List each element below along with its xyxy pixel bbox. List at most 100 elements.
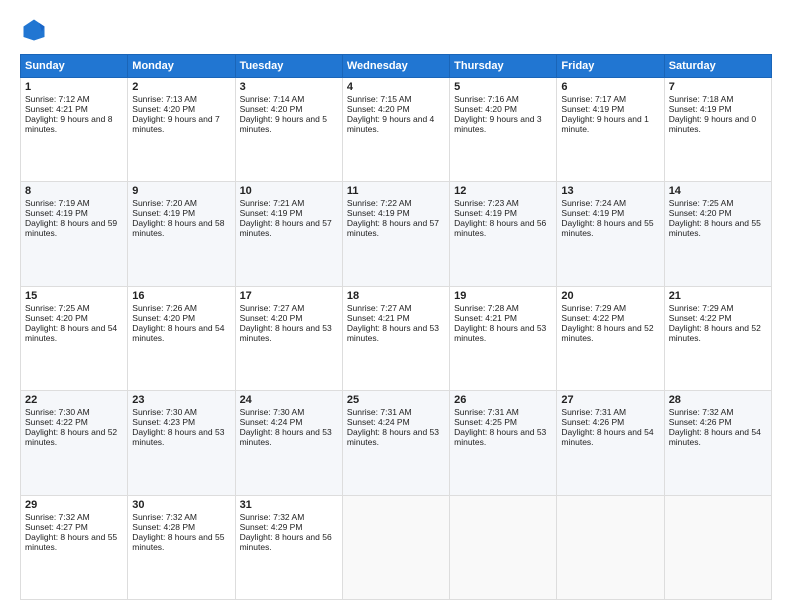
sunset-label: Sunset: 4:26 PM — [561, 417, 624, 427]
daylight-label: Daylight: 8 hours and 55 minutes. — [669, 218, 761, 238]
calendar-cell: 11Sunrise: 7:22 AMSunset: 4:19 PMDayligh… — [342, 182, 449, 286]
calendar-cell: 10Sunrise: 7:21 AMSunset: 4:19 PMDayligh… — [235, 182, 342, 286]
calendar-cell: 16Sunrise: 7:26 AMSunset: 4:20 PMDayligh… — [128, 286, 235, 390]
sunrise-label: Sunrise: 7:32 AM — [132, 512, 197, 522]
sunset-label: Sunset: 4:20 PM — [454, 104, 517, 114]
sunrise-label: Sunrise: 7:24 AM — [561, 198, 626, 208]
calendar-cell: 24Sunrise: 7:30 AMSunset: 4:24 PMDayligh… — [235, 391, 342, 495]
calendar-cell: 31Sunrise: 7:32 AMSunset: 4:29 PMDayligh… — [235, 495, 342, 599]
daylight-label: Daylight: 9 hours and 7 minutes. — [132, 114, 219, 134]
sunset-label: Sunset: 4:20 PM — [669, 208, 732, 218]
calendar-cell — [342, 495, 449, 599]
sunset-label: Sunset: 4:19 PM — [561, 104, 624, 114]
logo — [20, 16, 52, 44]
day-number: 12 — [454, 185, 552, 197]
calendar-cell: 29Sunrise: 7:32 AMSunset: 4:27 PMDayligh… — [21, 495, 128, 599]
sunrise-label: Sunrise: 7:22 AM — [347, 198, 412, 208]
sunrise-label: Sunrise: 7:25 AM — [669, 198, 734, 208]
day-number: 15 — [25, 290, 123, 302]
daylight-label: Daylight: 9 hours and 8 minutes. — [25, 114, 112, 134]
calendar-cell: 17Sunrise: 7:27 AMSunset: 4:20 PMDayligh… — [235, 286, 342, 390]
weekday-header-sunday: Sunday — [21, 55, 128, 78]
day-number: 10 — [240, 185, 338, 197]
calendar-cell: 9Sunrise: 7:20 AMSunset: 4:19 PMDaylight… — [128, 182, 235, 286]
calendar-cell: 5Sunrise: 7:16 AMSunset: 4:20 PMDaylight… — [450, 78, 557, 182]
day-number: 21 — [669, 290, 767, 302]
sunrise-label: Sunrise: 7:31 AM — [561, 407, 626, 417]
sunrise-label: Sunrise: 7:29 AM — [561, 303, 626, 313]
daylight-label: Daylight: 8 hours and 56 minutes. — [454, 218, 546, 238]
calendar-cell: 19Sunrise: 7:28 AMSunset: 4:21 PMDayligh… — [450, 286, 557, 390]
daylight-label: Daylight: 8 hours and 53 minutes. — [240, 427, 332, 447]
day-number: 22 — [25, 394, 123, 406]
calendar-cell: 21Sunrise: 7:29 AMSunset: 4:22 PMDayligh… — [664, 286, 771, 390]
daylight-label: Daylight: 8 hours and 53 minutes. — [347, 427, 439, 447]
daylight-label: Daylight: 8 hours and 52 minutes. — [669, 323, 761, 343]
sunrise-label: Sunrise: 7:32 AM — [240, 512, 305, 522]
day-number: 5 — [454, 81, 552, 93]
day-number: 17 — [240, 290, 338, 302]
sunset-label: Sunset: 4:26 PM — [669, 417, 732, 427]
sunset-label: Sunset: 4:29 PM — [240, 522, 303, 532]
sunset-label: Sunset: 4:19 PM — [132, 208, 195, 218]
sunrise-label: Sunrise: 7:13 AM — [132, 94, 197, 104]
day-number: 3 — [240, 81, 338, 93]
daylight-label: Daylight: 9 hours and 4 minutes. — [347, 114, 434, 134]
sunrise-label: Sunrise: 7:27 AM — [240, 303, 305, 313]
weekday-header-saturday: Saturday — [664, 55, 771, 78]
day-number: 6 — [561, 81, 659, 93]
calendar-cell: 27Sunrise: 7:31 AMSunset: 4:26 PMDayligh… — [557, 391, 664, 495]
sunrise-label: Sunrise: 7:12 AM — [25, 94, 90, 104]
sunrise-label: Sunrise: 7:32 AM — [25, 512, 90, 522]
sunset-label: Sunset: 4:20 PM — [347, 104, 410, 114]
sunset-label: Sunset: 4:19 PM — [454, 208, 517, 218]
weekday-header-thursday: Thursday — [450, 55, 557, 78]
calendar-cell — [450, 495, 557, 599]
sunset-label: Sunset: 4:19 PM — [25, 208, 88, 218]
daylight-label: Daylight: 8 hours and 55 minutes. — [132, 532, 224, 552]
calendar-cell: 2Sunrise: 7:13 AMSunset: 4:20 PMDaylight… — [128, 78, 235, 182]
calendar-cell: 6Sunrise: 7:17 AMSunset: 4:19 PMDaylight… — [557, 78, 664, 182]
daylight-label: Daylight: 8 hours and 59 minutes. — [25, 218, 117, 238]
daylight-label: Daylight: 8 hours and 53 minutes. — [454, 323, 546, 343]
sunrise-label: Sunrise: 7:25 AM — [25, 303, 90, 313]
sunrise-label: Sunrise: 7:29 AM — [669, 303, 734, 313]
sunrise-label: Sunrise: 7:30 AM — [25, 407, 90, 417]
day-number: 25 — [347, 394, 445, 406]
sunset-label: Sunset: 4:27 PM — [25, 522, 88, 532]
calendar-cell: 23Sunrise: 7:30 AMSunset: 4:23 PMDayligh… — [128, 391, 235, 495]
weekday-header-tuesday: Tuesday — [235, 55, 342, 78]
calendar-cell — [664, 495, 771, 599]
sunrise-label: Sunrise: 7:15 AM — [347, 94, 412, 104]
sunrise-label: Sunrise: 7:27 AM — [347, 303, 412, 313]
calendar-week-row: 1Sunrise: 7:12 AMSunset: 4:21 PMDaylight… — [21, 78, 772, 182]
sunrise-label: Sunrise: 7:16 AM — [454, 94, 519, 104]
day-number: 28 — [669, 394, 767, 406]
sunset-label: Sunset: 4:19 PM — [561, 208, 624, 218]
calendar-week-row: 8Sunrise: 7:19 AMSunset: 4:19 PMDaylight… — [21, 182, 772, 286]
day-number: 24 — [240, 394, 338, 406]
day-number: 13 — [561, 185, 659, 197]
daylight-label: Daylight: 8 hours and 58 minutes. — [132, 218, 224, 238]
calendar-cell: 22Sunrise: 7:30 AMSunset: 4:22 PMDayligh… — [21, 391, 128, 495]
calendar-cell: 14Sunrise: 7:25 AMSunset: 4:20 PMDayligh… — [664, 182, 771, 286]
day-number: 29 — [25, 499, 123, 511]
sunrise-label: Sunrise: 7:28 AM — [454, 303, 519, 313]
sunset-label: Sunset: 4:24 PM — [347, 417, 410, 427]
calendar-cell: 25Sunrise: 7:31 AMSunset: 4:24 PMDayligh… — [342, 391, 449, 495]
daylight-label: Daylight: 8 hours and 53 minutes. — [240, 323, 332, 343]
daylight-label: Daylight: 9 hours and 5 minutes. — [240, 114, 327, 134]
sunset-label: Sunset: 4:25 PM — [454, 417, 517, 427]
sunset-label: Sunset: 4:21 PM — [454, 313, 517, 323]
calendar-cell: 12Sunrise: 7:23 AMSunset: 4:19 PMDayligh… — [450, 182, 557, 286]
day-number: 23 — [132, 394, 230, 406]
sunset-label: Sunset: 4:21 PM — [25, 104, 88, 114]
sunrise-label: Sunrise: 7:31 AM — [454, 407, 519, 417]
day-number: 19 — [454, 290, 552, 302]
calendar-cell: 4Sunrise: 7:15 AMSunset: 4:20 PMDaylight… — [342, 78, 449, 182]
sunset-label: Sunset: 4:20 PM — [132, 104, 195, 114]
sunset-label: Sunset: 4:21 PM — [347, 313, 410, 323]
daylight-label: Daylight: 8 hours and 54 minutes. — [132, 323, 224, 343]
sunset-label: Sunset: 4:22 PM — [561, 313, 624, 323]
sunset-label: Sunset: 4:20 PM — [25, 313, 88, 323]
